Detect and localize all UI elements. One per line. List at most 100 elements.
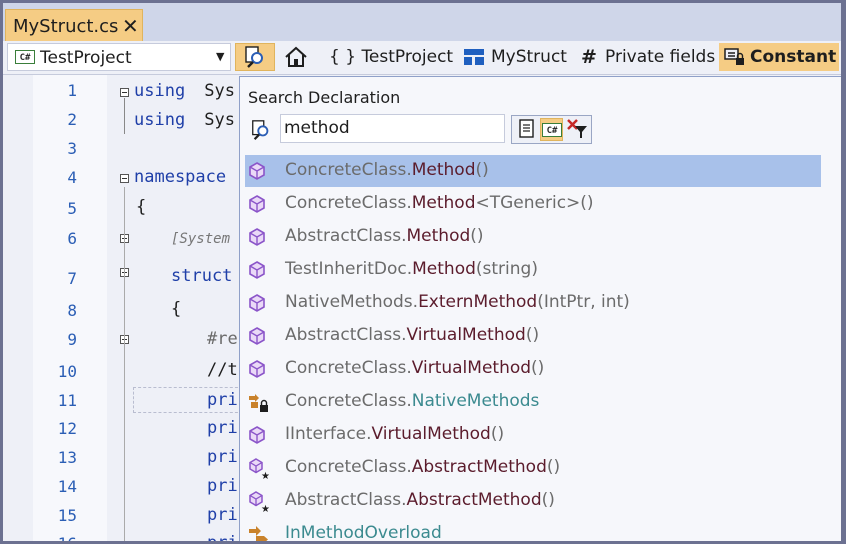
constant-icon [724,48,744,65]
line-number: 12 [57,419,77,438]
result-parameters: () [531,358,545,378]
line-number: 4 [67,168,77,187]
clear-filter-button[interactable] [566,118,589,141]
search-declaration-popup: Search Declaration method C# ConcreteCla… [239,76,841,541]
code-keyword: namespace [134,167,227,187]
clear-filter-icon [567,119,587,138]
filter-toolbar: C# [511,115,592,144]
search-result-item[interactable]: AbstractClass.Method() [245,221,821,253]
result-member-name: VirtualMethod [371,424,491,444]
result-label: ConcreteClass.VirtualMethod() [285,358,544,378]
home-icon [285,46,307,67]
result-label: IInterface.VirtualMethod() [285,424,504,444]
search-result-item[interactable]: TestInheritDoc.Method(string) [245,254,821,286]
search-result-item[interactable]: ★ AbstractClass.AbstractMethod() [245,485,821,517]
search-result-item[interactable]: NativeMethods.ExternMethod(IntPtr, int) [245,287,821,319]
result-label: InMethodOverload [285,523,442,541]
search-result-item[interactable]: ConcreteClass.Method() [245,155,821,187]
result-member-name: AbstractMethod [411,457,547,477]
search-declaration-button[interactable] [235,43,275,71]
line-number: 8 [67,301,77,320]
collapse-icon[interactable] [120,174,129,183]
result-label: NativeMethods.ExternMethod(IntPtr, int) [285,292,630,312]
line-number: 15 [57,506,77,525]
result-member-name: Method [411,160,476,180]
line-number: 13 [57,448,77,467]
line-number: 2 [67,110,77,129]
line-number: 6 [67,229,77,248]
project-label: TestProject [40,48,132,68]
result-label: AbstractClass.AbstractMethod() [285,490,555,510]
search-result-item[interactable]: ★ ConcreteClass.AbstractMethod() [245,452,821,484]
chevron-down-icon[interactable]: ▼ [216,50,224,63]
code-text: { [171,299,182,319]
breadcrumb-label: { } TestProject [329,47,454,67]
search-result-item[interactable]: ConcreteClass.Method<TGeneric>() [245,188,821,220]
result-container-name: AbstractClass. [285,325,407,345]
search-declaration-icon [250,119,272,145]
result-label: ConcreteClass.NativeMethods [285,391,539,411]
breadcrumb-label: Private fields [605,47,716,67]
result-container-name: ConcreteClass. [285,358,412,378]
svg-text:★: ★ [261,471,269,480]
search-input[interactable]: method [280,114,505,143]
breadcrumb-label: Constant [750,47,837,67]
search-result-item[interactable]: IInterface.VirtualMethod() [245,419,821,451]
result-label: AbstractClass.VirtualMethod() [285,325,539,345]
search-result-item[interactable]: AbstractClass.VirtualMethod() [245,320,821,352]
tab-title: MyStruct.cs [13,16,119,37]
collapse-icon[interactable] [120,88,129,97]
result-parameters: () [475,160,489,180]
abstract-method-icon: ★ [247,458,270,482]
project-dropdown[interactable]: C# TestProject ▼ [7,43,231,71]
line-number: 10 [57,362,77,381]
search-result-item[interactable]: InMethodOverload [245,518,821,541]
method-icon [247,359,267,379]
result-container-name: ConcreteClass. [285,457,412,477]
fold-guide [124,187,125,541]
line-number: 3 [67,139,77,158]
result-member-name: ExternMethod [418,292,538,312]
code-keyword: using [134,81,186,101]
code-keyword: struct [171,266,233,286]
struct-icon [464,49,484,65]
home-button[interactable] [279,43,313,71]
abstract-method-icon: ★ [247,491,270,515]
breadcrumb-struct[interactable]: MyStruct [459,43,573,71]
code-attribute: [System [171,231,231,247]
line-number: 11 [57,391,77,410]
code-keyword: pri [207,418,238,438]
filter-csharp-button[interactable]: C# [540,118,563,141]
result-parameters: <TGeneric>() [475,193,594,213]
popup-title: Search Declaration [248,88,401,107]
search-declaration-icon [245,46,263,68]
code-text: Sys [194,110,235,130]
code-text: { [136,197,147,217]
close-icon[interactable]: ✕ [122,14,139,38]
search-result-item[interactable]: ConcreteClass.VirtualMethod() [245,353,821,385]
line-number: 16 [33,534,77,541]
result-member-name: InMethodOverload [285,523,442,541]
result-member-name: Method [412,259,476,279]
line-number: 14 [57,477,77,496]
code-keyword: using [134,110,186,130]
document-tab-bar: MyStruct.cs ✕ [3,3,841,41]
document-tab[interactable]: MyStruct.cs ✕ [5,9,143,41]
result-container-name: ConcreteClass. [285,160,412,180]
method-icon [247,194,267,214]
navigation-bar: C# TestProject ▼ { } TestProject MyStruc… [3,41,841,75]
filter-document-button[interactable] [515,118,538,141]
private-class-icon [247,392,268,412]
document-icon [519,119,534,138]
search-result-item[interactable]: ConcreteClass.NativeMethods [245,386,821,418]
method-icon [247,326,267,346]
result-parameters: (string) [475,259,538,279]
breadcrumb-constant[interactable]: Constant [719,43,839,71]
result-member-name: VirtualMethod [406,325,526,345]
line-number: 7 [67,269,77,288]
line-number: 5 [67,199,77,218]
result-member-name: AbstractMethod [406,490,542,510]
breadcrumb-namespace[interactable]: { } TestProject [325,43,453,71]
result-parameters: () [541,490,555,510]
breadcrumb-private-fields[interactable]: # Private fields [577,43,717,71]
